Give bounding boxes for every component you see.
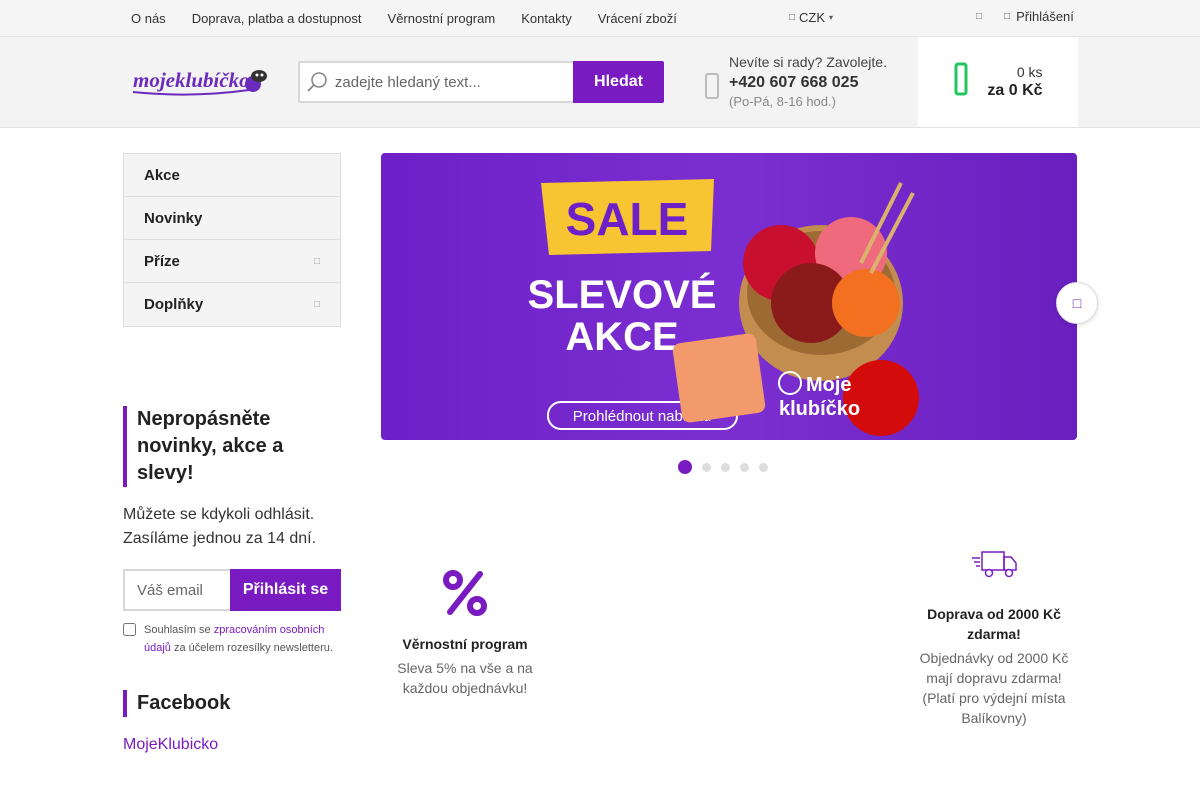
cart-count: 0 ks (1016, 64, 1043, 80)
topnav-link-loyalty[interactable]: Věrnostní program (375, 11, 509, 26)
newsletter-email-input[interactable] (123, 569, 230, 611)
newsletter-section: Nepropásněte novinky, akce a slevy! Může… (123, 406, 341, 657)
consent-text-pre: Souhlasím se (144, 624, 214, 636)
cart-icon (953, 62, 969, 102)
facebook-link[interactable]: MojeKlubicko (123, 736, 341, 754)
login-label: Přihlášení (1016, 9, 1074, 24)
help-question: Nevíte si rady? Zavolejte. (729, 54, 887, 70)
topnav-link-returns[interactable]: Vrácení zboží (585, 11, 690, 26)
logo-graphic: mojeklubíčko (132, 68, 267, 96)
settings-icon[interactable]: □ (976, 11, 982, 22)
slider-dot-5[interactable] (759, 462, 768, 472)
category-label: Doplňky (144, 296, 204, 313)
login-link[interactable]: □ Přihlášení (1004, 9, 1074, 24)
slider-next-button[interactable]: □ (1056, 282, 1098, 324)
banner-line2: AKCE (565, 315, 678, 359)
topnav-link-about[interactable]: O nás (118, 11, 179, 26)
search-button[interactable]: Hledat (573, 61, 664, 103)
currency-icon: □ (789, 12, 796, 23)
search-input[interactable] (334, 73, 573, 91)
slider-dot-3[interactable] (721, 462, 730, 472)
banner-brand-line1: Moje (806, 374, 852, 396)
search-box (298, 61, 573, 103)
header: mojeklubíčko Hledat Nevíte si rady? Zavo… (0, 37, 1200, 128)
facebook-section: Facebook MojeKlubicko (123, 690, 341, 754)
facebook-title: Facebook (123, 690, 341, 717)
newsletter-form: Přihlásit se (123, 569, 341, 611)
cart-button[interactable]: 0 ks za 0 Kč (918, 37, 1078, 127)
phone-number[interactable]: +420 607 668 025 (729, 74, 887, 92)
benefit-description: Objednávky od 2000 Kč mají dopravu zdarm… (919, 650, 1069, 726)
category-label: Akce (144, 166, 180, 184)
banner-badge: SALE (566, 193, 689, 245)
slider-dot-4[interactable] (740, 462, 749, 472)
submenu-arrow-icon: □ (313, 255, 320, 267)
consent-checkbox[interactable] (123, 623, 136, 636)
category-menu: Akce Novinky Příze □ Doplňky □ (123, 153, 341, 327)
benefit-title: Doprava od 2000 Kč zdarma! (927, 606, 1061, 642)
currency-label: CZK (799, 10, 826, 25)
submenu-arrow-icon: □ (313, 299, 320, 310)
benefit-description: Sleva 5% na vše a na každou objednávku! (397, 660, 533, 696)
slider-dot-1[interactable] (678, 460, 692, 474)
banner-line1: SLEVOVÉ (528, 272, 717, 317)
top-bar: O nás Doprava, platba a dostupnost Věrno… (0, 0, 1200, 37)
percent-icon (384, 568, 546, 620)
category-item-doplnky[interactable]: Doplňky □ (124, 283, 340, 326)
search-icon (300, 71, 335, 93)
topnav-link-contacts[interactable]: Kontakty (508, 11, 585, 26)
category-label: Novinky (144, 209, 203, 227)
chevron-down-icon: ▾ (829, 13, 834, 22)
newsletter-title: Nepropásněte novinky, akce a slevy! (123, 406, 341, 487)
category-item-novinky[interactable]: Novinky (124, 197, 340, 240)
topnav-link-shipping[interactable]: Doprava, platba a dostupnost (179, 11, 375, 26)
search-bar: Hledat (298, 61, 664, 103)
banner-brand-line2: klubíčko (779, 398, 860, 420)
benefit-free-shipping: Doprava od 2000 Kč zdarma! Objednávky od… (914, 548, 1074, 728)
consent-text: Souhlasím se zpracováním osobních údajů … (144, 621, 341, 657)
currency-selector[interactable]: □ CZK ▾ (789, 10, 833, 25)
slider-dots (678, 460, 768, 474)
newsletter-text: Můžete se kdykoli odhlásit. Zasíláme jed… (123, 506, 317, 547)
category-label: Příze (144, 252, 180, 270)
phone-hours: (Po-Pá, 8-16 hod.) (729, 94, 836, 109)
logo-text: mojeklubíčko (133, 68, 250, 92)
phone-contact: Nevíte si rady? Zavolejte. +420 607 668 … (705, 54, 887, 109)
site-logo[interactable]: mojeklubíčko (131, 62, 271, 100)
top-navigation: O nás Doprava, platba a dostupnost Věrno… (118, 0, 690, 36)
category-item-prize[interactable]: Příze □ (124, 240, 340, 283)
slider-dot-2[interactable] (702, 462, 711, 472)
newsletter-consent: Souhlasím se zpracováním osobních údajů … (123, 621, 341, 657)
top-icons: □ □ Přihlášení (976, 9, 1074, 24)
user-icon: □ (1004, 11, 1011, 22)
consent-text-post: za účelem rozesílky newsletteru. (170, 642, 333, 654)
delivery-truck-icon (914, 548, 1074, 580)
benefit-title: Věrnostní program (402, 636, 528, 652)
benefit-loyalty: Věrnostní program Sleva 5% na vše a na k… (384, 568, 546, 698)
category-item-akce[interactable]: Akce (124, 154, 340, 197)
newsletter-subscribe-button[interactable]: Přihlásit se (230, 569, 341, 611)
cart-total: za 0 Kč (987, 82, 1043, 99)
banner-graphic: SALE SLEVOVÉ AKCE Prohlédnout nabídku Mo… (528, 179, 919, 436)
phone-icon (705, 73, 719, 99)
promo-banner[interactable]: SALE SLEVOVÉ AKCE Prohlédnout nabídku Mo… (381, 153, 1077, 440)
